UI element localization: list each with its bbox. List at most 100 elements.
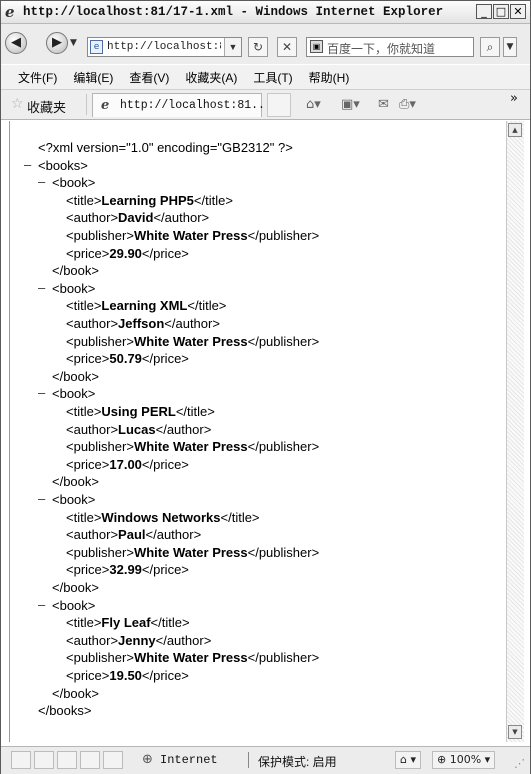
title-line: <title>Fly Leaf</title> bbox=[66, 614, 190, 631]
tag-close: </publisher> bbox=[247, 544, 320, 560]
publisher-line: <publisher>White Water Press</publisher> bbox=[66, 227, 319, 244]
tab-current[interactable]: e http://localhost:81... bbox=[92, 93, 272, 117]
books-close-line: </books> bbox=[38, 702, 92, 719]
books-open-line[interactable]: <books> bbox=[38, 157, 88, 174]
minimize-icon[interactable]: _ bbox=[476, 4, 492, 19]
collapse-toggle[interactable]: – bbox=[38, 174, 45, 189]
close-icon[interactable]: ✕ bbox=[510, 4, 526, 19]
tag-open: <price> bbox=[66, 456, 110, 472]
security-zone[interactable]: Internet bbox=[160, 753, 218, 767]
home-icon[interactable]: ⌂▾ bbox=[306, 97, 321, 112]
collapse-toggle[interactable]: – bbox=[38, 385, 45, 400]
maximize-icon[interactable]: □ bbox=[493, 4, 509, 19]
book-open-tag: <book> bbox=[52, 175, 96, 191]
history-dropdown-icon[interactable]: ▼ bbox=[70, 38, 77, 48]
book-close-tag: </book> bbox=[52, 580, 99, 595]
book-open-tag: <book> bbox=[52, 386, 96, 402]
book-close-line: </book> bbox=[52, 579, 99, 596]
protected-mode[interactable]: 保护模式: 启用 bbox=[258, 753, 337, 770]
tag-open: <price> bbox=[66, 245, 110, 261]
tag-open: <title> bbox=[66, 298, 102, 314]
scroll-up-icon[interactable]: ▲ bbox=[508, 123, 522, 137]
book-open-tag: <book> bbox=[52, 597, 96, 613]
title-line: <title>Windows Networks</title> bbox=[66, 509, 260, 526]
url-field[interactable]: e http://localhost:81/17-1.xml ▼ bbox=[87, 37, 242, 57]
address-bar: ◀ ▶ ▼ e http://localhost:81/17-1.xml ▼ ↻… bbox=[1, 24, 530, 64]
tab-ie-icon: e bbox=[101, 98, 110, 113]
book-open-line[interactable]: <book> bbox=[52, 385, 95, 402]
more-commands-icon[interactable]: » bbox=[510, 91, 518, 106]
book-title: Using PERL bbox=[101, 404, 176, 419]
feeds-icon[interactable]: ▣▾ bbox=[341, 97, 360, 112]
resize-grip-icon[interactable]: ⋰ bbox=[514, 757, 525, 770]
tab-title: http://localhost:81... bbox=[120, 99, 272, 112]
book-price: 19.50 bbox=[109, 668, 142, 683]
forward-icon[interactable]: ▶ bbox=[46, 32, 68, 54]
search-provider-icon: ▣ bbox=[310, 40, 323, 53]
zoom-level[interactable]: 100% bbox=[450, 753, 481, 766]
tag-close: </author> bbox=[164, 316, 220, 331]
collapse-toggle[interactable]: – bbox=[38, 491, 45, 506]
favorites-button[interactable]: 收藏夹 bbox=[27, 97, 66, 116]
title-line: <title>Using PERL</title> bbox=[66, 403, 215, 420]
tag-close: </price> bbox=[141, 456, 189, 472]
book-publisher: White Water Press bbox=[133, 333, 248, 349]
status-cell bbox=[80, 751, 100, 769]
xml-document-view: <?xml version="1.0" encoding="GB2312" ?>… bbox=[9, 121, 510, 742]
collapse-toggle[interactable]: – bbox=[38, 280, 45, 295]
url-text[interactable]: http://localhost:81/17-1.xml bbox=[107, 41, 221, 53]
book-open-line[interactable]: <book> bbox=[52, 491, 95, 508]
search-placeholder[interactable]: 百度一下，你就知道 bbox=[327, 40, 435, 57]
menu-edit[interactable]: 编辑(E) bbox=[73, 69, 113, 86]
menu-favorites[interactable]: 收藏夹(A) bbox=[185, 69, 237, 86]
separator bbox=[248, 752, 249, 768]
author-line: <author>Lucas</author> bbox=[66, 421, 211, 438]
search-icon[interactable]: ⌕ bbox=[480, 37, 500, 57]
mail-icon[interactable]: ✉ bbox=[378, 97, 389, 112]
book-author: Jenny bbox=[118, 632, 156, 648]
search-input[interactable]: ▣ 百度一下，你就知道 bbox=[306, 37, 474, 57]
search-options-icon[interactable]: ▼ bbox=[503, 37, 517, 57]
tag-open: <author> bbox=[66, 527, 119, 543]
menu-file[interactable]: 文件(F) bbox=[18, 69, 57, 86]
xml-declaration-line: <?xml version="1.0" encoding="GB2312" ?> bbox=[38, 139, 293, 156]
refresh-icon[interactable]: ↻ bbox=[248, 37, 268, 57]
book-author: Jeffson bbox=[118, 316, 165, 331]
tag-open: <title> bbox=[66, 509, 102, 525]
back-icon[interactable]: ◀ bbox=[5, 32, 27, 54]
status-cell bbox=[11, 751, 31, 769]
browser-window: e http://localhost:81/17-1.xml - Windows… bbox=[0, 0, 531, 774]
price-line: <price>32.99</price> bbox=[66, 561, 189, 578]
tag-open: <title> bbox=[66, 404, 102, 419]
tag-open: <price> bbox=[66, 562, 110, 578]
print-icon[interactable]: ⎙▾ bbox=[399, 97, 416, 112]
collapse-toggle[interactable]: – bbox=[24, 157, 31, 172]
collapse-toggle[interactable]: – bbox=[38, 597, 45, 612]
window-controls: _ □ ✕ bbox=[476, 4, 526, 19]
book-close-tag: </book> bbox=[52, 685, 99, 701]
tag-open: <author> bbox=[66, 210, 119, 226]
favorites-star-icon[interactable]: ☆ bbox=[11, 96, 24, 112]
author-line: <author>Jenny</author> bbox=[66, 632, 211, 649]
tag-close: </author> bbox=[145, 527, 202, 543]
menu-tools[interactable]: 工具(T) bbox=[253, 69, 292, 86]
add-on-dropdown-icon[interactable]: ⌂ ▾ bbox=[395, 751, 422, 769]
book-close-line: </book> bbox=[52, 368, 99, 385]
book-open-line[interactable]: <book> bbox=[52, 597, 95, 614]
tag-close: </publisher> bbox=[247, 333, 320, 349]
url-dropdown-icon[interactable]: ▼ bbox=[224, 38, 241, 56]
book-title: Learning XML bbox=[101, 298, 188, 314]
book-open-line[interactable]: <book> bbox=[52, 280, 95, 297]
zoom-button[interactable]: ⊕ 100% ▾ bbox=[432, 751, 496, 769]
price-line: <price>17.00</price> bbox=[66, 456, 189, 473]
stop-icon[interactable]: ✕ bbox=[277, 37, 297, 57]
vertical-scrollbar[interactable]: ▲ ▼ bbox=[506, 121, 524, 742]
menu-help[interactable]: 帮助(H) bbox=[309, 69, 350, 86]
status-cell bbox=[57, 751, 77, 769]
book-open-line[interactable]: <book> bbox=[52, 174, 95, 191]
title-line: <title>Learning XML</title> bbox=[66, 297, 226, 314]
scroll-down-icon[interactable]: ▼ bbox=[508, 725, 522, 739]
tag-close: </author> bbox=[155, 632, 212, 648]
menu-view[interactable]: 查看(V) bbox=[129, 69, 169, 86]
new-tab-button[interactable] bbox=[267, 93, 291, 117]
